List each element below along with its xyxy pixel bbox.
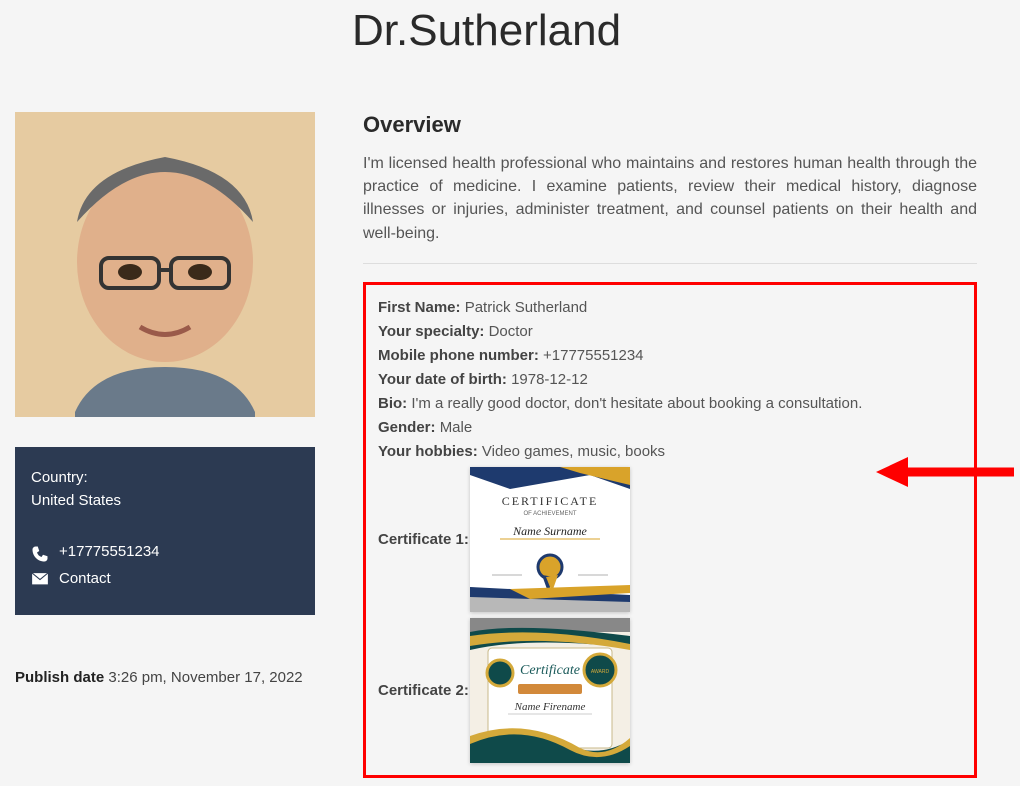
bio-label: Bio: — [378, 395, 407, 412]
cert2-image[interactable]: Certificate Name Firename AWARD — [470, 618, 630, 763]
country-value: United States — [31, 492, 299, 509]
mail-icon — [31, 572, 49, 586]
publish-label: Publish date — [15, 669, 104, 686]
phone-value: +17775551234 — [59, 543, 160, 560]
svg-text:CERTIFICATE: CERTIFICATE — [502, 494, 599, 508]
divider — [363, 263, 977, 264]
bio-value: I'm a really good doctor, don't hesitate… — [411, 395, 862, 412]
contact-link: Contact — [59, 570, 111, 587]
contact-info-card: Country: United States +17775551234 Cont… — [15, 447, 315, 615]
gender-label: Gender: — [378, 419, 436, 436]
cert1-label: Certificate 1: — [378, 531, 470, 548]
overview-heading: Overview — [363, 112, 977, 138]
svg-text:Name Surname: Name Surname — [512, 524, 587, 538]
phone-detail-value: +17775551234 — [543, 347, 644, 364]
phone-label: Mobile phone number: — [378, 347, 539, 364]
page-title: Dr.Sutherland — [352, 6, 1020, 56]
dob-value: 1978-12-12 — [511, 371, 588, 388]
specialty-label: Your specialty: — [378, 323, 484, 340]
cert1-image[interactable]: CERTIFICATE OF ACHIEVEMENT Name Surname — [470, 467, 630, 612]
svg-text:AWARD: AWARD — [591, 669, 610, 675]
first-name-label: First Name: — [378, 299, 461, 316]
contact-row[interactable]: Contact — [31, 570, 299, 587]
first-name-value: Patrick Sutherland — [465, 299, 588, 316]
overview-text: I'm licensed health professional who mai… — [363, 152, 977, 245]
publish-value: 3:26 pm, November 17, 2022 — [108, 669, 302, 686]
svg-text:OF ACHIEVEMENT: OF ACHIEVEMENT — [523, 511, 576, 517]
hobbies-label: Your hobbies: — [378, 443, 478, 460]
phone-row[interactable]: +17775551234 — [31, 543, 299, 560]
gender-value: Male — [440, 419, 473, 436]
publish-date: Publish date 3:26 pm, November 17, 2022 — [15, 669, 315, 686]
hobbies-value: Video games, music, books — [482, 443, 665, 460]
dob-label: Your date of birth: — [378, 371, 507, 388]
country-label: Country: — [31, 469, 299, 486]
svg-text:Name Firename: Name Firename — [514, 701, 586, 713]
avatar — [15, 112, 315, 417]
cert2-label: Certificate 2: — [378, 682, 470, 699]
phone-icon — [31, 545, 49, 559]
details-box: First Name: Patrick Sutherland Your spec… — [363, 282, 977, 778]
specialty-value: Doctor — [489, 323, 533, 340]
svg-text:Certificate: Certificate — [520, 663, 580, 678]
annotation-arrow-icon — [876, 455, 1014, 489]
